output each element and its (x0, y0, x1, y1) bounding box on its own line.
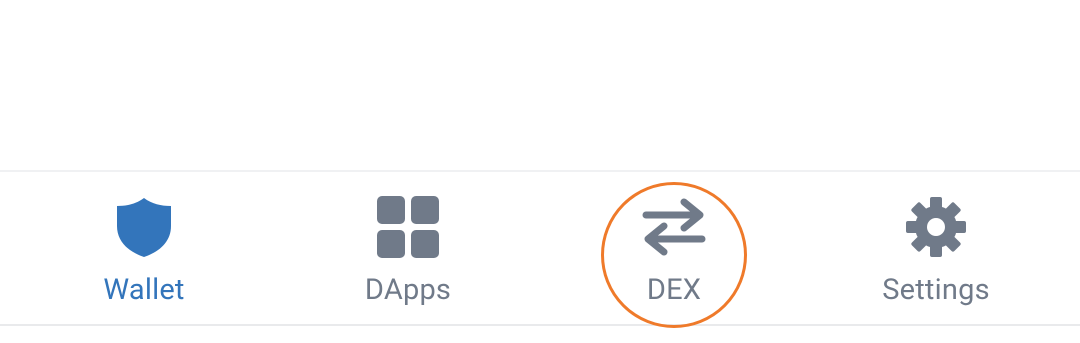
tab-dapps-label: DApps (364, 273, 452, 307)
app-screen: Wallet DApps DEX Settings (0, 0, 1080, 343)
tab-dex[interactable]: DEX (539, 172, 809, 324)
tab-wallet[interactable]: Wallet (9, 172, 279, 324)
swap-arrows-icon (641, 194, 707, 260)
tab-dapps[interactable]: DApps (273, 172, 543, 324)
tab-dex-label: DEX (646, 273, 702, 307)
content-area (0, 0, 1080, 170)
bottom-tab-bar: Wallet DApps DEX Settings (0, 170, 1080, 326)
gear-icon (903, 194, 969, 260)
grid-icon (375, 194, 441, 260)
tab-settings[interactable]: Settings (801, 172, 1071, 324)
tab-settings-label: Settings (882, 273, 990, 307)
tab-wallet-label: Wallet (103, 273, 185, 307)
shield-icon (111, 194, 177, 260)
